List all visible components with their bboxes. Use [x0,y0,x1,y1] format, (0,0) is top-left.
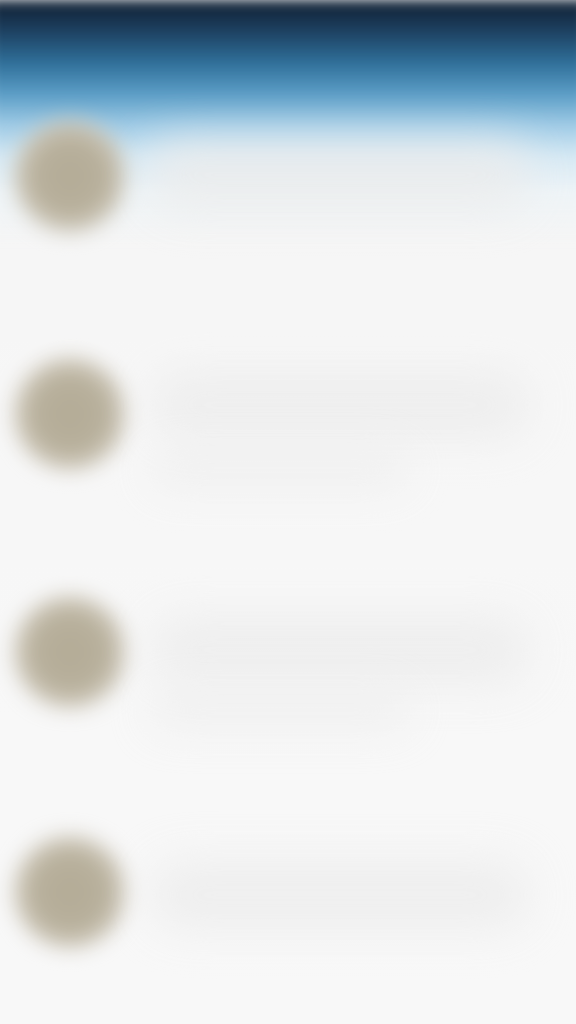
avatar-placeholder-icon [14,358,126,470]
avatar-placeholder-icon [14,596,126,708]
list-container [0,0,576,1024]
list-item-subtext-placeholder [150,450,410,490]
list-item-text-placeholder [150,140,530,210]
list-item[interactable] [0,540,576,770]
list-item-text-placeholder [150,860,530,930]
list-item[interactable] [0,60,576,290]
avatar-placeholder-icon [14,120,126,232]
list-item-text-placeholder [150,370,530,440]
blurred-screen [0,0,576,1024]
avatar-placeholder-icon [14,836,126,948]
list-item-subtext-placeholder [150,690,410,730]
list-item[interactable] [0,300,576,530]
list-item-text-placeholder [150,615,530,685]
list-item[interactable] [0,780,576,1010]
